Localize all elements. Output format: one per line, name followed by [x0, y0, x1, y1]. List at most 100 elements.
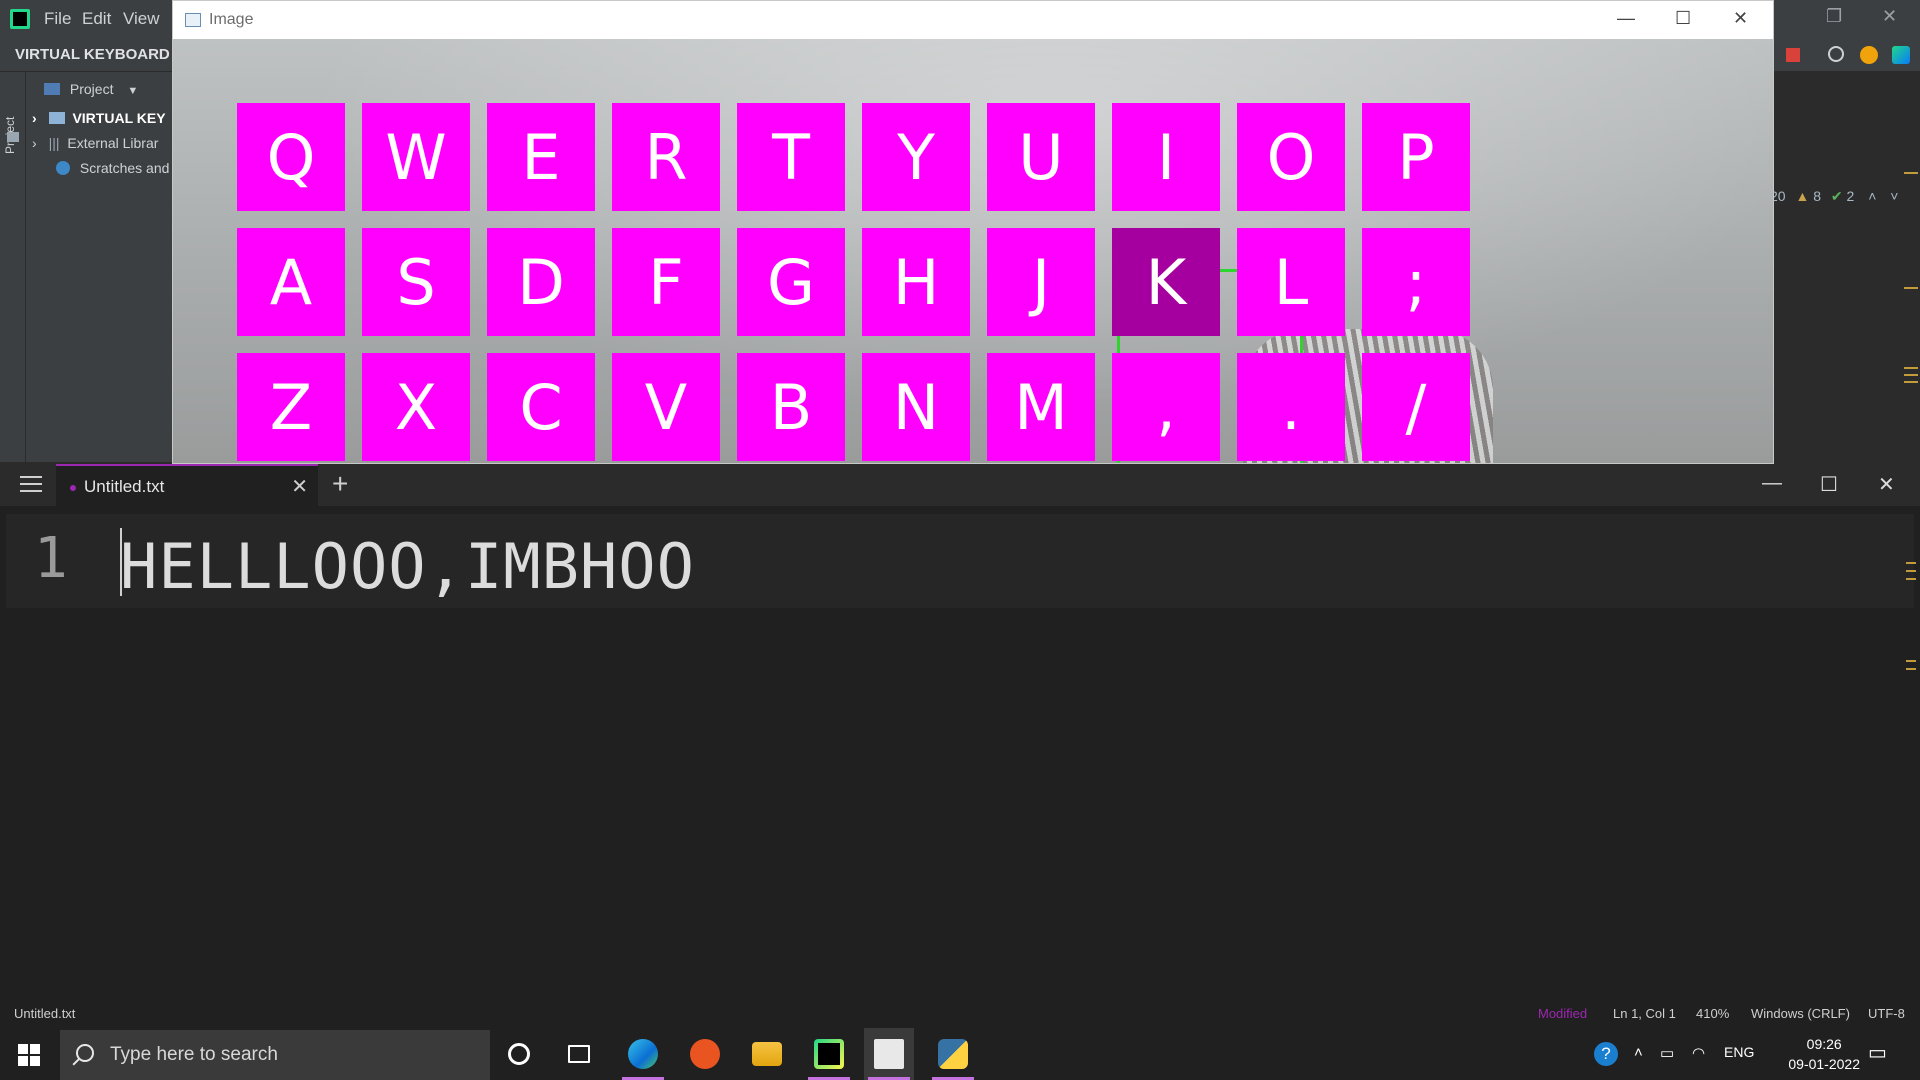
key-semicolon[interactable]: ; [1362, 228, 1470, 336]
key-period[interactable]: . [1237, 353, 1345, 461]
key-f[interactable]: F [612, 228, 720, 336]
key-r[interactable]: R [612, 103, 720, 211]
status-modified: Modified [1538, 1006, 1588, 1021]
chevron-down-icon[interactable]: ▼ [127, 85, 138, 97]
inspection-widget[interactable]: 20 ▲ 8 ✔ 2 ˄ ˅ [1770, 188, 1898, 205]
python-icon[interactable] [928, 1028, 978, 1080]
key-e[interactable]: E [487, 103, 595, 211]
search-icon[interactable] [1828, 46, 1844, 62]
status-zoom[interactable]: 410% [1696, 1006, 1729, 1021]
key-g[interactable]: G [737, 228, 845, 336]
menu-edit[interactable]: Edit [82, 9, 111, 29]
project-tool-label[interactable]: Project [3, 94, 17, 154]
key-h[interactable]: H [862, 228, 970, 336]
status-filename: Untitled.txt [14, 1006, 76, 1021]
cortana-icon[interactable] [494, 1028, 544, 1080]
key-j[interactable]: J [987, 228, 1095, 336]
key-s[interactable]: S [362, 228, 470, 336]
pycharm-editor: 20 ▲ 8 ✔ 2 ˄ ˅ [1770, 72, 1920, 462]
tab-untitled[interactable]: Untitled.txt ✕ [56, 464, 318, 506]
key-o[interactable]: O [1237, 103, 1345, 211]
language-indicator[interactable]: ENG [1724, 1044, 1754, 1060]
key-a[interactable]: A [237, 228, 345, 336]
scratches-icon [56, 161, 70, 175]
key-c[interactable]: C [487, 353, 595, 461]
edge-icon[interactable] [618, 1028, 668, 1080]
windows-start-icon[interactable] [18, 1044, 40, 1066]
wifi-icon[interactable]: ◠ [1692, 1044, 1705, 1062]
tree-item-label: VIRTUAL KEY [72, 110, 166, 126]
notifications-icon[interactable]: ▭ [1868, 1040, 1887, 1065]
chevron-up-icon[interactable]: ˄ [1634, 1044, 1643, 1061]
key-p[interactable]: P [1362, 103, 1470, 211]
close-tab-icon[interactable]: ✕ [291, 474, 308, 499]
key-q[interactable]: Q [237, 103, 345, 211]
tree-item-root[interactable]: › VIRTUAL KEY [32, 110, 166, 126]
key-l[interactable]: L [1237, 228, 1345, 336]
folder-icon [48, 112, 65, 124]
file-explorer-icon[interactable] [742, 1028, 792, 1080]
key-d[interactable]: D [487, 228, 595, 336]
editor-text[interactable]: HELLLOOO,IMBHOO [120, 530, 695, 603]
maximize-icon[interactable]: ☐ [1820, 472, 1838, 497]
menu-view[interactable]: View [123, 9, 160, 29]
status-line-endings[interactable]: Windows (CRLF) [1751, 1006, 1850, 1021]
key-w[interactable]: W [362, 103, 470, 211]
scroll-marker [1906, 660, 1916, 662]
close-icon[interactable]: ✕ [1733, 8, 1748, 29]
clock[interactable]: 09:26 09-01-2022 [1788, 1034, 1860, 1074]
stop-icon[interactable] [1786, 48, 1800, 62]
tree-item-label: Scratches and [79, 160, 170, 176]
key-n[interactable]: N [862, 353, 970, 461]
minimize-icon[interactable]: — [1617, 8, 1635, 29]
chevron-up-icon[interactable]: ˄ [1868, 188, 1876, 204]
pycharm-icon[interactable] [804, 1028, 854, 1080]
project-view-icon [44, 83, 60, 95]
notepad-icon[interactable] [864, 1028, 914, 1080]
key-i[interactable]: I [1112, 103, 1220, 211]
help-icon[interactable]: ? [1594, 1042, 1618, 1066]
key-x[interactable]: X [362, 353, 470, 461]
key-y[interactable]: Y [862, 103, 970, 211]
scroll-marker [1904, 367, 1918, 369]
maximize-icon[interactable]: ☐ [1675, 8, 1691, 29]
key-z[interactable]: Z [237, 353, 345, 461]
key-m[interactable]: M [987, 353, 1095, 461]
restore-icon[interactable]: ❐ [1826, 6, 1842, 27]
battery-icon[interactable]: ▭ [1660, 1044, 1674, 1062]
clock-date: 09-01-2022 [1788, 1056, 1860, 1072]
folder-icon [7, 132, 19, 142]
project-panel-header[interactable]: Project ▼ [44, 81, 138, 97]
status-encoding[interactable]: UTF-8 [1868, 1006, 1905, 1021]
key-b[interactable]: B [737, 353, 845, 461]
key-slash[interactable]: / [1362, 353, 1470, 461]
status-position[interactable]: Ln 1, Col 1 [1613, 1006, 1676, 1021]
task-view-icon[interactable] [554, 1028, 604, 1080]
scroll-marker [1906, 578, 1916, 580]
close-icon[interactable]: ✕ [1882, 6, 1897, 27]
toolbox-icon[interactable] [1892, 46, 1910, 64]
project-name: VIRTUAL KEYBOARD [15, 46, 170, 63]
tool-window-strip: Project [0, 72, 26, 462]
warning-icon: ▲ [1795, 188, 1810, 204]
key-k[interactable]: K [1112, 228, 1220, 336]
key-comma[interactable]: , [1112, 353, 1220, 461]
tree-item-scratches[interactable]: Scratches and [56, 160, 169, 176]
taskbar: Type here to search ? ˄ ▭ ◠ ENG 09:26 09… [0, 1028, 1920, 1080]
new-tab-icon[interactable]: + [332, 468, 348, 500]
key-v[interactable]: V [612, 353, 720, 461]
image-window-titlebar[interactable]: Image — ☐ ✕ [173, 1, 1773, 39]
tree-item-external-libraries[interactable]: › ||| External Librar [32, 135, 158, 151]
menu-file[interactable]: File [44, 9, 71, 29]
ubuntu-icon[interactable] [680, 1028, 730, 1080]
close-icon[interactable]: ✕ [1878, 472, 1895, 497]
taskbar-search[interactable]: Type here to search [60, 1030, 490, 1080]
library-icon: ||| [48, 135, 60, 151]
key-u[interactable]: U [987, 103, 1095, 211]
minimize-icon[interactable]: — [1762, 472, 1782, 495]
update-icon[interactable] [1860, 46, 1878, 64]
scroll-marker [1906, 570, 1916, 572]
chevron-down-icon[interactable]: ˅ [1890, 188, 1898, 204]
hamburger-menu-icon[interactable] [20, 476, 42, 492]
key-t[interactable]: T [737, 103, 845, 211]
